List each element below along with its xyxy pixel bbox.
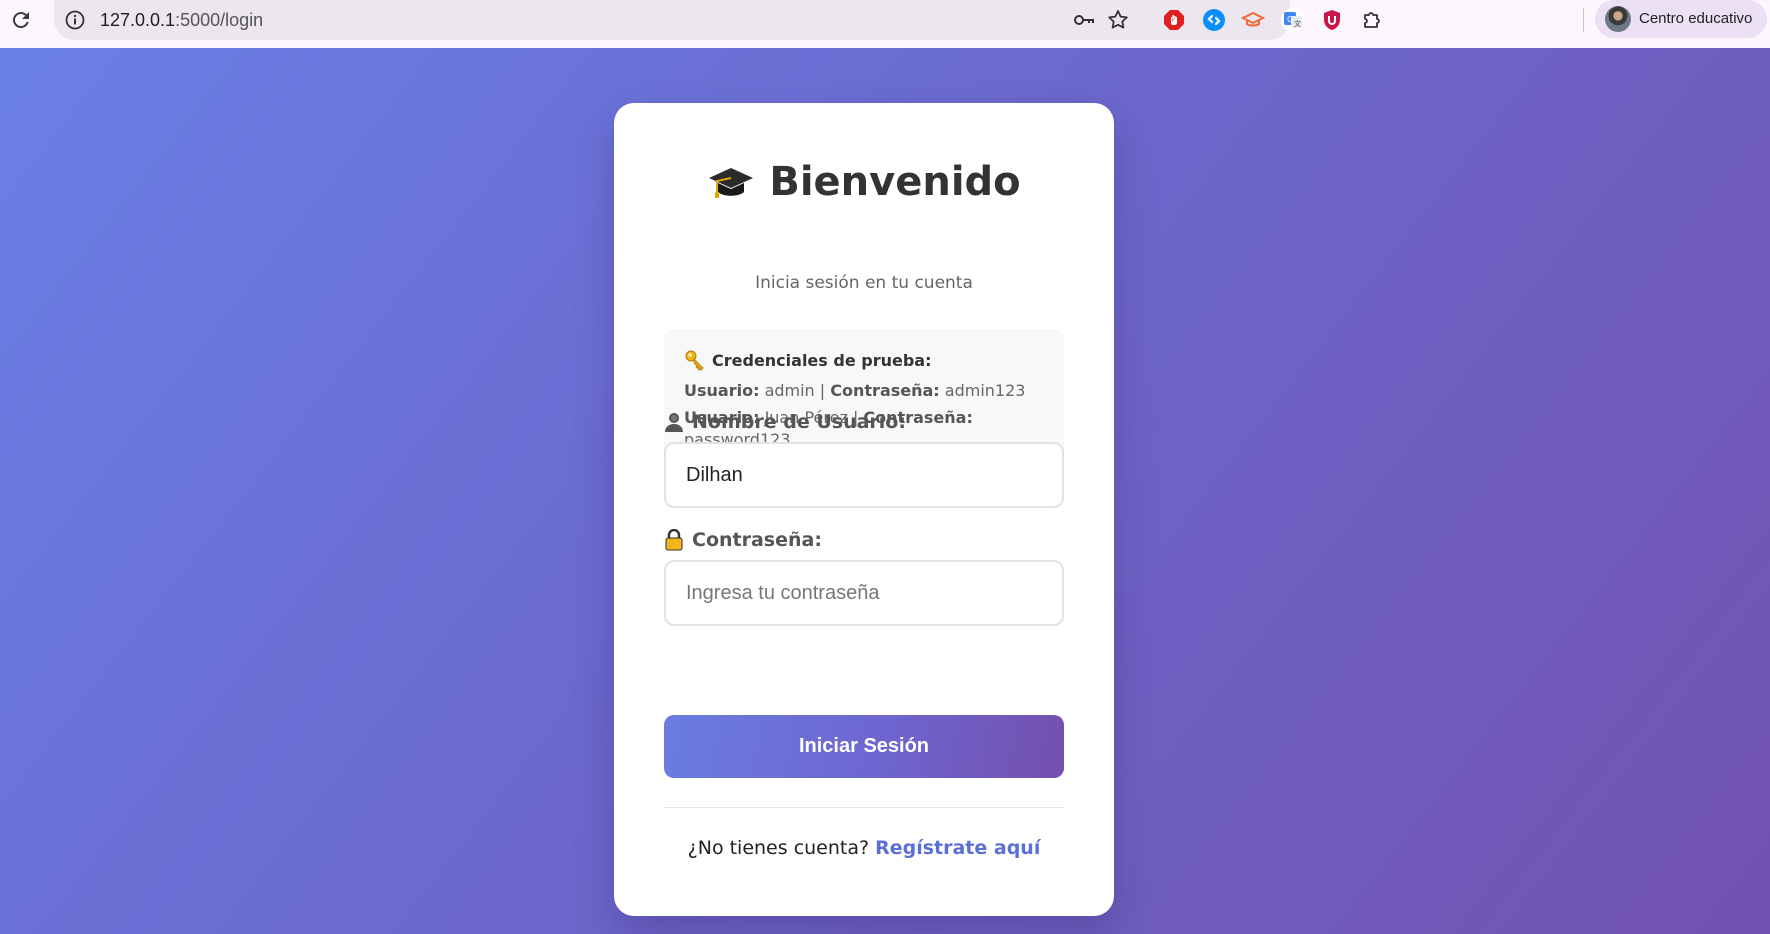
bookmark-star-icon[interactable]: [1106, 8, 1130, 32]
credentials-heading: Credenciales de prueba:: [684, 349, 1044, 371]
title-text: Bienvenido: [769, 159, 1021, 205]
extensions-puzzle-icon[interactable]: [1360, 8, 1384, 32]
pass-label: Contraseña:: [830, 381, 940, 400]
adblock-extension-icon[interactable]: [1162, 8, 1186, 32]
register-prompt-text: ¿No tienes cuenta?: [687, 837, 870, 859]
register-link[interactable]: Regístrate aquí: [875, 837, 1040, 859]
password-placeholder: Ingresa tu contraseña: [686, 581, 880, 604]
username-value: Dilhan: [686, 463, 743, 486]
title-row: Bienvenido: [614, 159, 1114, 207]
translate-extension-icon[interactable]: G文: [1281, 8, 1305, 32]
register-prompt: ¿No tienes cuenta? Regístrate aquí: [614, 837, 1114, 859]
subtitle: Inicia sesión en tu cuenta: [755, 273, 973, 293]
credential-line: Usuario: admin | Contraseña: admin123: [684, 380, 1044, 402]
avatar: [1605, 6, 1631, 32]
divider: [664, 807, 1064, 808]
page-title: Bienvenido: [707, 159, 1021, 205]
url-host: 127.0.0.1: [100, 10, 176, 30]
credentials-heading-text: Credenciales de prueba:: [712, 350, 932, 370]
profile-name: Centro educativo: [1639, 10, 1753, 27]
svg-text:文: 文: [1294, 19, 1301, 28]
reload-icon[interactable]: [9, 8, 33, 32]
lock-icon: [664, 528, 684, 551]
username-label: Nombre de Usuario:: [664, 411, 906, 433]
credential-password: admin123: [944, 381, 1026, 400]
user-icon: [664, 411, 684, 433]
username-label-text: Nombre de Usuario:: [692, 411, 906, 433]
credential-user: admin: [764, 381, 815, 400]
url-text[interactable]: 127.0.0.1:5000/login: [100, 10, 263, 31]
page-background: Bienvenido Inicia sesión en tu cuenta Cr…: [0, 48, 1770, 934]
ublock-extension-icon[interactable]: [1320, 8, 1344, 32]
password-key-icon[interactable]: [1072, 8, 1096, 32]
password-label: Contraseña:: [664, 528, 822, 551]
address-bar[interactable]: 127.0.0.1:5000/login: [54, 0, 1290, 40]
credential-separator: |: [819, 381, 826, 400]
password-input[interactable]: Ingresa tu contraseña: [664, 560, 1064, 626]
site-info-icon[interactable]: [64, 9, 86, 31]
browser-toolbar: 127.0.0.1:5000/login G文 Centro educativo: [0, 0, 1770, 48]
graduation-extension-icon[interactable]: [1240, 8, 1266, 32]
username-input[interactable]: Dilhan: [664, 442, 1064, 508]
graduation-cap-icon: [707, 162, 755, 202]
key-icon: [684, 349, 706, 371]
toolbar-divider: [1583, 8, 1584, 32]
password-label-text: Contraseña:: [692, 529, 822, 551]
login-button[interactable]: Iniciar Sesión: [664, 715, 1064, 778]
login-card: Bienvenido Inicia sesión en tu cuenta Cr…: [614, 103, 1114, 916]
url-path: :5000/login: [175, 10, 264, 30]
shazam-extension-icon[interactable]: [1202, 8, 1226, 32]
profile-button[interactable]: Centro educativo: [1595, 0, 1767, 38]
user-label: Usuario:: [684, 381, 760, 400]
svg-text:G: G: [1287, 15, 1293, 24]
